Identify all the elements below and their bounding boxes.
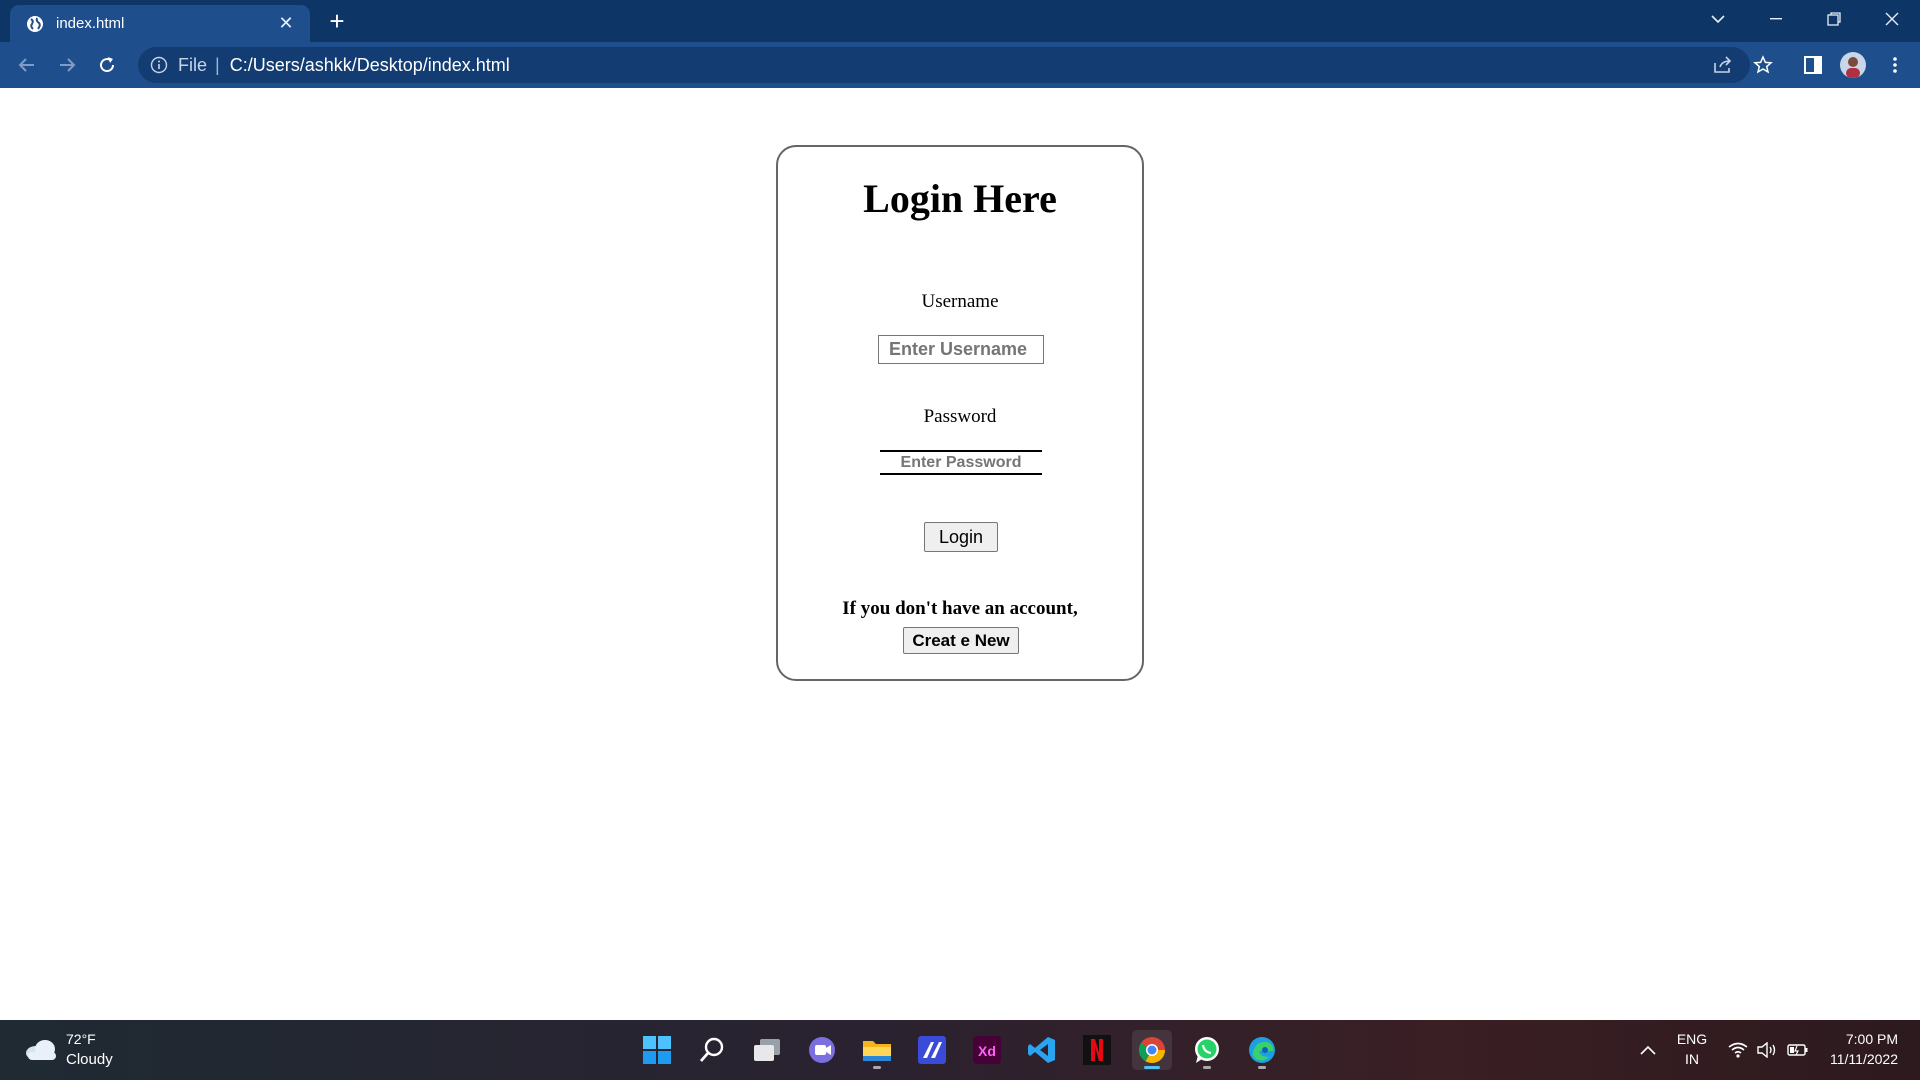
login-button[interactable]: Login [924,522,998,552]
forward-arrow-icon[interactable] [52,50,82,80]
search-icon[interactable] [692,1030,732,1070]
battery-icon[interactable] [1782,1030,1814,1070]
no-account-text: If you don't have an account, [842,598,1078,619]
address-separator: | [215,54,220,75]
browser-toolbar: File | C:/Users/ashkk/Desktop/index.html [0,42,1920,88]
browser-tab[interactable]: index.html ✕ [10,5,310,42]
vscode-icon[interactable] [1022,1030,1062,1070]
password-input[interactable]: Enter Password [880,450,1042,475]
cloudy-weather-icon[interactable] [24,1038,58,1062]
address-scheme: File [178,54,208,75]
page-title: Login Here [863,176,1057,221]
start-icon[interactable] [637,1030,677,1070]
language-indicator-line1[interactable]: ENG [1672,1031,1712,1047]
menu-kebab-icon[interactable] [1880,50,1910,80]
running-indicator [1258,1066,1266,1069]
profile-avatar[interactable] [1840,52,1866,78]
bookmark-star-icon[interactable] [1748,50,1778,80]
tab-title: index.html [56,15,125,32]
restore-icon[interactable] [1806,0,1862,38]
create-new-button[interactable]: Creat e New [903,627,1019,654]
username-label: Username [921,291,999,312]
info-icon[interactable] [150,56,168,74]
edge-icon[interactable] [1242,1030,1282,1070]
close-window-icon[interactable] [1864,0,1920,38]
weather-temperature: 72°F [66,1031,96,1047]
teams-chat-icon[interactable] [802,1030,842,1070]
adobe-xd-icon[interactable]: Xd [967,1030,1007,1070]
chrome-icon[interactable] [1132,1030,1172,1070]
globe-icon [27,15,43,32]
volume-icon[interactable] [1752,1030,1784,1070]
browser-tab-strip: index.html ✕ + [0,0,1920,42]
reload-icon[interactable] [92,50,122,80]
clock-date[interactable]: 11/11/2022 [1830,1051,1898,1067]
tab-search-icon[interactable] [1690,0,1746,38]
netflix-icon[interactable] [1077,1030,1117,1070]
file-explorer-icon[interactable] [857,1030,897,1070]
svg-text:Xd: Xd [978,1043,996,1059]
weather-condition: Cloudy [66,1051,113,1068]
back-arrow-icon[interactable] [12,50,42,80]
clock-time[interactable]: 7:00 PM [1846,1031,1898,1047]
windows-taskbar: 72°F Cloudy Xd ENG IN 7:00 PM 11/11/2022 [0,1020,1920,1080]
running-indicator [873,1066,881,1069]
language-indicator-line2[interactable]: IN [1672,1051,1712,1067]
task-view-icon[interactable] [747,1030,787,1070]
login-card: Login Here Username Enter Username Passw… [776,145,1144,681]
wifi-icon[interactable] [1722,1030,1754,1070]
username-input[interactable]: Enter Username [878,335,1044,364]
minimize-icon[interactable] [1748,0,1804,38]
dev-app-icon[interactable] [912,1030,952,1070]
share-icon[interactable] [1708,50,1738,80]
address-url[interactable]: C:/Users/ashkk/Desktop/index.html [230,55,510,76]
password-label: Password [923,406,997,427]
address-bar[interactable]: File | C:/Users/ashkk/Desktop/index.html [138,47,1750,83]
close-tab-icon[interactable]: ✕ [276,13,296,34]
whatsapp-icon[interactable] [1187,1030,1227,1070]
new-tab-button[interactable]: + [322,7,352,37]
running-indicator [1203,1066,1211,1069]
side-panel-icon[interactable] [1798,50,1828,80]
active-indicator [1144,1066,1160,1069]
chevron-up-icon[interactable] [1628,1030,1668,1070]
